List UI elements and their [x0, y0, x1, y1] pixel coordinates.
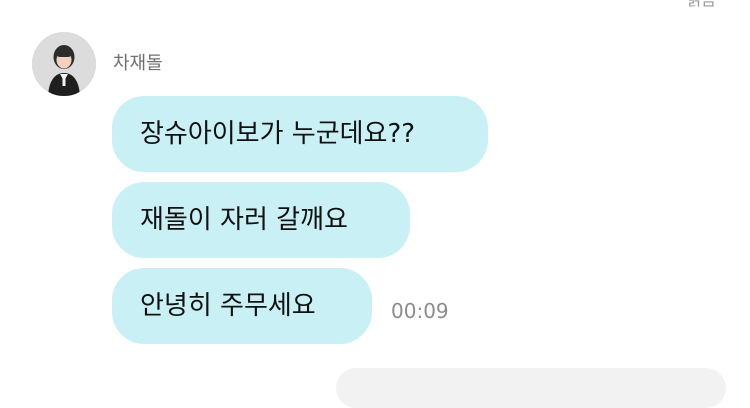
read-status-label: 읽음 — [687, 0, 716, 8]
avatar[interactable] — [32, 32, 96, 96]
message-text: 안녕히 주무세요 — [140, 291, 316, 321]
sender-name: 차재돌 — [113, 53, 163, 74]
message-bubble[interactable]: 안녕히 주무세요 — [112, 268, 372, 344]
profile-photo-icon — [32, 32, 96, 96]
message-text: 장슈아이보가 누군데요?? — [140, 119, 416, 149]
message-bubble[interactable]: 재돌이 자러 갈깨요 — [112, 182, 410, 258]
message-text: 재돌이 자러 갈깨요 — [140, 205, 348, 235]
message-timestamp: 00:09 — [391, 299, 449, 323]
next-message-bubble[interactable] — [336, 368, 726, 408]
message-bubble[interactable]: 장슈아이보가 누군데요?? — [112, 96, 488, 172]
